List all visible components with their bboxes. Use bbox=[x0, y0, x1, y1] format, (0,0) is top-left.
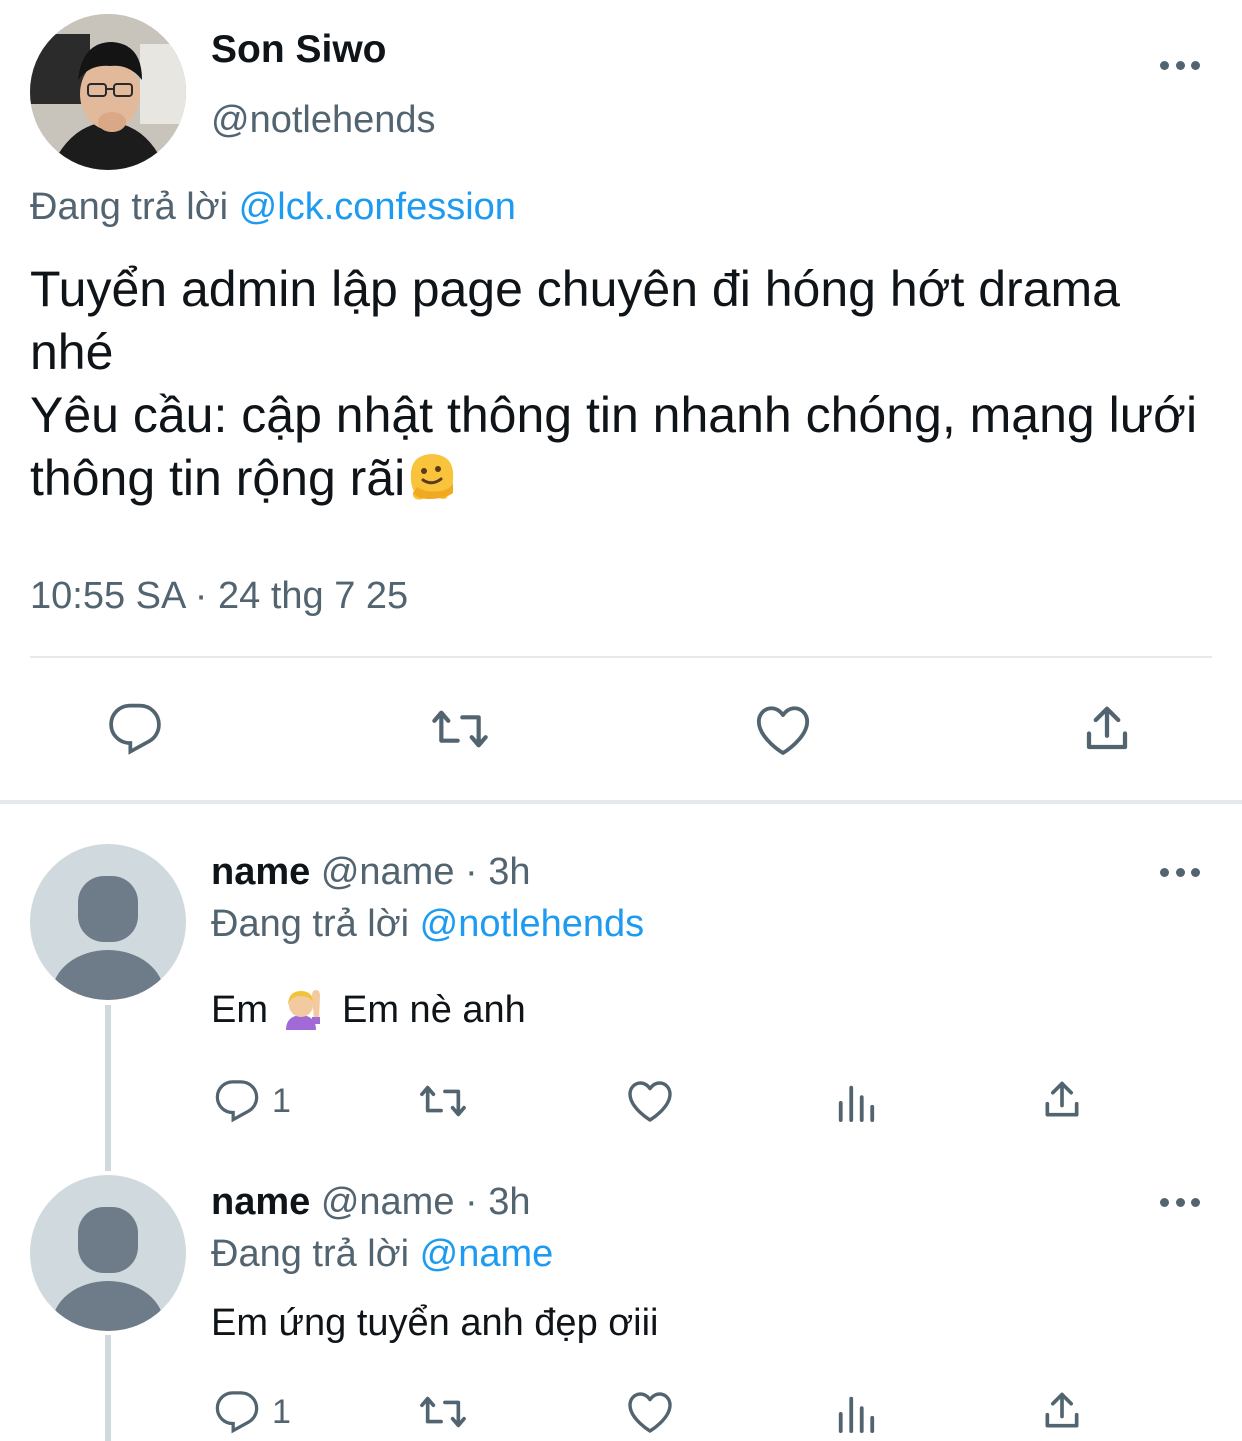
reply-icon[interactable] bbox=[107, 701, 163, 757]
replying-to-mention[interactable]: @notlehends bbox=[420, 903, 645, 945]
section-divider bbox=[0, 800, 1242, 804]
tweet-text-content: Tuyển admin lập page chuyên đi hóng hớt … bbox=[30, 261, 1198, 506]
views-icon[interactable] bbox=[834, 1080, 878, 1122]
reply-author-name[interactable]: name bbox=[211, 1181, 310, 1223]
reply-action[interactable]: 1 bbox=[214, 1078, 291, 1124]
reply-text-before: Em bbox=[211, 989, 268, 1031]
share-icon[interactable] bbox=[1080, 702, 1134, 756]
person-raising-hand-emoji-icon bbox=[278, 984, 324, 1030]
share-icon[interactable] bbox=[1040, 1078, 1084, 1122]
reply-avatar[interactable] bbox=[30, 1175, 186, 1331]
reply-count: 1 bbox=[272, 1081, 291, 1120]
more-options-icon[interactable] bbox=[1160, 58, 1200, 72]
melting-face-emoji-icon bbox=[405, 449, 459, 503]
reply-header: name @name · 3h bbox=[211, 1178, 531, 1226]
like-icon[interactable] bbox=[626, 1079, 674, 1123]
thread-connector bbox=[105, 1005, 111, 1171]
tweet-timestamp[interactable]: 10:55 SA · 24 thg 7 25 bbox=[30, 572, 408, 620]
reply-author-name[interactable]: name bbox=[211, 851, 310, 893]
replying-prefix: Đang trả lời bbox=[211, 1233, 410, 1275]
more-options-icon[interactable] bbox=[1160, 865, 1200, 879]
reply-author-handle[interactable]: @name bbox=[321, 1181, 455, 1223]
retweet-icon[interactable] bbox=[416, 1078, 470, 1124]
views-icon[interactable] bbox=[834, 1391, 878, 1433]
reply-text: Em ứng tuyển anh đẹp ơiii bbox=[211, 1302, 659, 1344]
replying-to-line: Đang trả lời @lck.confession bbox=[30, 183, 516, 231]
reply-avatar[interactable] bbox=[30, 844, 186, 1000]
author-name[interactable]: Son Siwo bbox=[211, 26, 387, 74]
share-icon[interactable] bbox=[1040, 1389, 1084, 1433]
reply-text: Em Em nè anh bbox=[211, 984, 526, 1034]
reply-author-handle[interactable]: @name bbox=[321, 851, 455, 893]
replying-to-mention[interactable]: @name bbox=[420, 1233, 554, 1275]
reply-time[interactable]: · 3h bbox=[465, 851, 530, 893]
tweet-detail-page: Son Siwo @notlehends Đang trả lời @lck.c… bbox=[0, 0, 1242, 1441]
author-avatar[interactable] bbox=[30, 14, 186, 170]
author-handle[interactable]: @notlehends bbox=[211, 96, 436, 144]
reply-header: name @name · 3h bbox=[211, 848, 531, 896]
replying-to-line: Đang trả lời @notlehends bbox=[211, 900, 644, 948]
replying-prefix: Đang trả lời bbox=[211, 903, 410, 945]
like-icon[interactable] bbox=[754, 703, 812, 757]
reply-text-after: Em nè anh bbox=[342, 989, 526, 1031]
replying-prefix: Đang trả lời bbox=[30, 186, 229, 228]
reply-count: 1 bbox=[272, 1392, 291, 1431]
tweet-text: Tuyển admin lập page chuyên đi hóng hớt … bbox=[30, 258, 1210, 510]
replying-to-mention[interactable]: @lck.confession bbox=[239, 186, 516, 228]
retweet-icon[interactable] bbox=[429, 701, 491, 757]
thread-connector bbox=[105, 1335, 111, 1441]
more-options-icon[interactable] bbox=[1160, 1195, 1200, 1209]
replying-to-line: Đang trả lời @name bbox=[211, 1230, 553, 1278]
divider bbox=[30, 656, 1212, 658]
reply-time[interactable]: · 3h bbox=[465, 1181, 530, 1223]
like-icon[interactable] bbox=[626, 1390, 674, 1434]
reply-icon[interactable] bbox=[214, 1389, 260, 1435]
reply-action[interactable]: 1 bbox=[214, 1389, 291, 1435]
retweet-icon[interactable] bbox=[416, 1389, 470, 1435]
reply-icon[interactable] bbox=[214, 1078, 260, 1124]
